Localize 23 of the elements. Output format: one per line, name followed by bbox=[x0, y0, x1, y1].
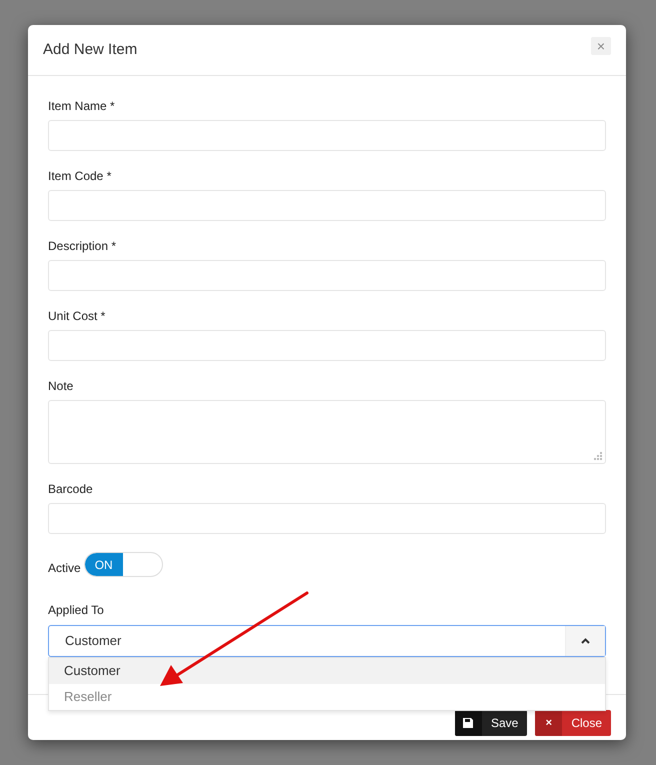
field-label: Unit Cost * bbox=[48, 309, 106, 324]
input-field[interactable] bbox=[48, 503, 606, 534]
input-field[interactable] bbox=[48, 260, 606, 291]
field-label: Item Name * bbox=[48, 99, 116, 114]
note-field[interactable] bbox=[48, 400, 606, 464]
toggle-switch[interactable]: ON bbox=[84, 552, 163, 577]
caret-icon bbox=[581, 638, 590, 644]
save-button[interactable]: Save bbox=[454, 710, 528, 736]
field-label: Applied To bbox=[48, 603, 105, 618]
field-label: Barcode bbox=[48, 482, 94, 497]
field-label: Description * bbox=[48, 239, 118, 254]
input-field[interactable] bbox=[48, 330, 606, 361]
field-label: Active bbox=[48, 560, 81, 576]
select-field[interactable]: Customer bbox=[48, 625, 606, 657]
dropdown-option[interactable]: Reseller bbox=[49, 684, 605, 710]
field-label: Note bbox=[48, 379, 74, 394]
field-label: Item Code * bbox=[48, 169, 112, 184]
input-field[interactable] bbox=[48, 120, 606, 151]
dropdown-option[interactable]: Customer bbox=[49, 658, 605, 684]
close-button[interactable]: × Close bbox=[535, 710, 611, 736]
dialog-title: Add New Item bbox=[43, 40, 138, 60]
resize-handle-icon bbox=[594, 452, 602, 460]
input-field[interactable] bbox=[48, 190, 606, 221]
